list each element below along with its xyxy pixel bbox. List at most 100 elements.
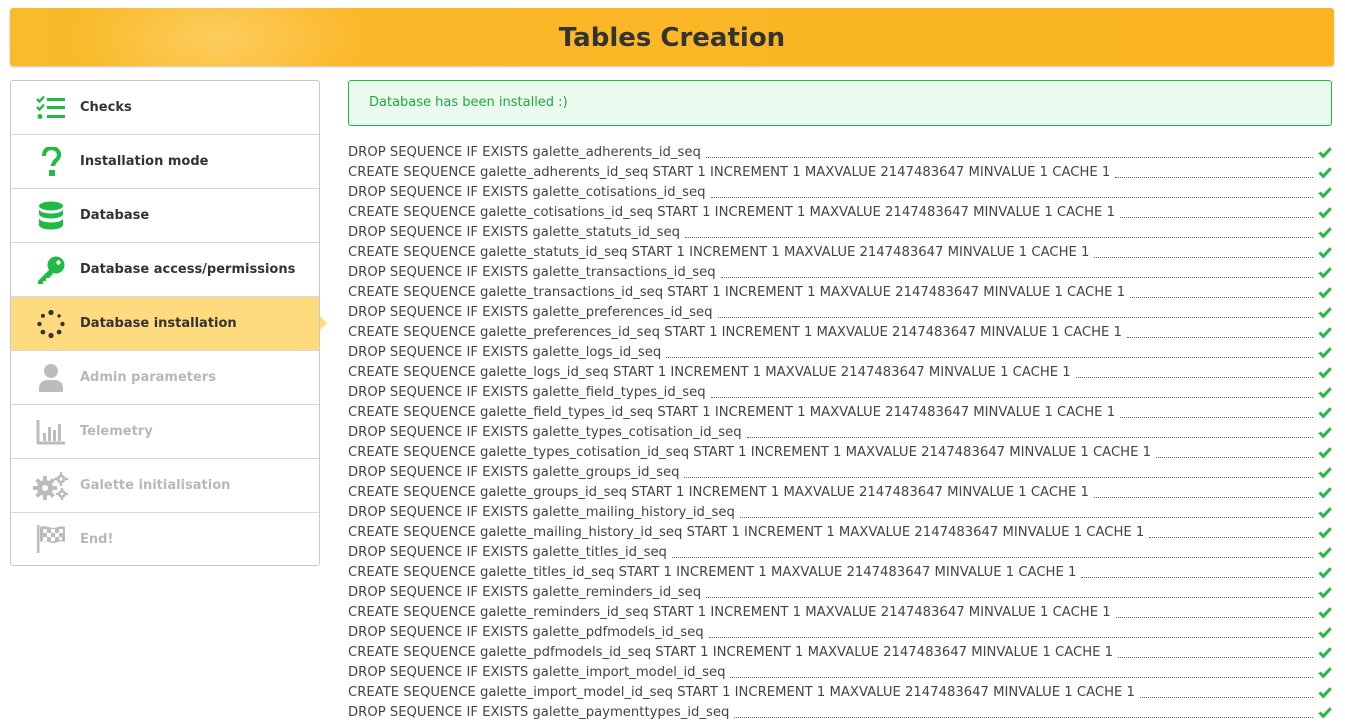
step-label: Telemetry (80, 424, 153, 439)
success-check-icon (1318, 145, 1332, 159)
database-icon (31, 199, 71, 233)
log-row-text: CREATE SEQUENCE galette_titles_id_seq ST… (348, 564, 1077, 580)
log-row-text: DROP SEQUENCE IF EXISTS galette_groups_i… (348, 464, 680, 480)
step-label: Galette initialisation (80, 478, 231, 493)
log-row: DROP SEQUENCE IF EXISTS galette_adherent… (348, 142, 1332, 162)
step-galette-initialisation: Galette initialisation (11, 459, 319, 513)
dotted-leader (1120, 416, 1313, 418)
dotted-leader (1081, 576, 1313, 578)
flag-checkered-icon (31, 522, 71, 556)
step-database: Database (11, 189, 319, 243)
log-row: CREATE SEQUENCE galette_logs_id_seq STAR… (348, 362, 1332, 382)
success-message-text: Database has been installed :) (369, 95, 568, 110)
user-icon (31, 361, 71, 395)
log-row: DROP SEQUENCE IF EXISTS galette_import_m… (348, 662, 1332, 682)
log-row-text: CREATE SEQUENCE galette_groups_id_seq ST… (348, 484, 1089, 500)
success-check-icon (1318, 345, 1332, 359)
success-check-icon (1318, 225, 1332, 239)
step-label: Database access/permissions (80, 262, 296, 277)
dotted-leader (1094, 256, 1313, 258)
dotted-leader (684, 476, 1313, 478)
step-label: Database installation (80, 316, 237, 331)
step-end: End! (11, 513, 319, 565)
log-row-text: CREATE SEQUENCE galette_field_types_id_s… (348, 404, 1116, 420)
success-check-icon (1318, 185, 1332, 199)
log-row: DROP SEQUENCE IF EXISTS galette_preferen… (348, 302, 1332, 322)
log-row: CREATE SEQUENCE galette_cotisations_id_s… (348, 202, 1332, 222)
log-row-text: CREATE SEQUENCE galette_mailing_history_… (348, 524, 1145, 540)
log-row-text: DROP SEQUENCE IF EXISTS galette_import_m… (348, 664, 726, 680)
success-check-icon (1318, 305, 1332, 319)
log-row-text: DROP SEQUENCE IF EXISTS galette_mailing_… (348, 504, 735, 520)
dotted-leader (1126, 336, 1313, 338)
success-check-icon (1318, 585, 1332, 599)
log-row: CREATE SEQUENCE galette_titles_id_seq ST… (348, 562, 1332, 582)
dotted-leader (739, 516, 1313, 518)
dotted-leader (710, 196, 1313, 198)
step-label: Checks (80, 100, 132, 115)
dotted-leader (684, 236, 1313, 238)
question-icon (31, 145, 71, 179)
success-check-icon (1318, 705, 1332, 719)
step-admin-parameters: Admin parameters (11, 351, 319, 405)
log-row: CREATE SEQUENCE galette_adherents_id_seq… (348, 162, 1332, 182)
success-check-icon (1318, 405, 1332, 419)
success-check-icon (1318, 605, 1332, 619)
dotted-leader (1075, 376, 1313, 378)
log-row-text: DROP SEQUENCE IF EXISTS galette_titles_i… (348, 544, 667, 560)
log-row-text: CREATE SEQUENCE galette_logs_id_seq STAR… (348, 364, 1071, 380)
log-row: CREATE SEQUENCE galette_pdfmodels_id_seq… (348, 642, 1332, 662)
log-row: DROP SEQUENCE IF EXISTS galette_groups_i… (348, 462, 1332, 482)
log-row-text: CREATE SEQUENCE galette_pdfmodels_id_seq… (348, 644, 1114, 660)
log-row: DROP SEQUENCE IF EXISTS galette_cotisati… (348, 182, 1332, 202)
log-row-text: DROP SEQUENCE IF EXISTS galette_statuts_… (348, 224, 680, 240)
success-check-icon (1318, 525, 1332, 539)
cogs-icon (31, 469, 71, 503)
dotted-leader (706, 596, 1313, 598)
success-check-icon (1318, 665, 1332, 679)
log-row: CREATE SEQUENCE galette_groups_id_seq ST… (348, 482, 1332, 502)
log-row: DROP SEQUENCE IF EXISTS galette_transact… (348, 262, 1332, 282)
log-row-text: CREATE SEQUENCE galette_types_cotisation… (348, 444, 1152, 460)
dotted-leader (1115, 616, 1313, 618)
log-row: CREATE SEQUENCE galette_mailing_history_… (348, 522, 1332, 542)
dotted-leader (746, 436, 1313, 438)
log-row-text: CREATE SEQUENCE galette_preferences_id_s… (348, 324, 1122, 340)
dotted-leader (666, 356, 1313, 358)
log-row: CREATE SEQUENCE galette_reminders_id_seq… (348, 602, 1332, 622)
step-checks: Checks (11, 81, 319, 135)
success-check-icon (1318, 565, 1332, 579)
success-check-icon (1318, 625, 1332, 639)
step-label: Admin parameters (80, 370, 216, 385)
log-row-text: DROP SEQUENCE IF EXISTS galette_types_co… (348, 424, 742, 440)
log-row-text: DROP SEQUENCE IF EXISTS galette_adherent… (348, 144, 701, 160)
checklist-icon (31, 91, 71, 125)
success-check-icon (1318, 325, 1332, 339)
dotted-leader (1149, 536, 1313, 538)
dotted-leader (1093, 496, 1313, 498)
dotted-leader (734, 716, 1313, 718)
dotted-leader (710, 396, 1313, 398)
success-check-icon (1318, 545, 1332, 559)
log-row-text: DROP SEQUENCE IF EXISTS galette_pdfmodel… (348, 624, 704, 640)
page-title: Tables Creation (558, 23, 786, 53)
step-label: Installation mode (80, 154, 209, 169)
step-database-installation: Database installation (11, 297, 327, 351)
success-check-icon (1318, 385, 1332, 399)
page-header: Tables Creation (10, 8, 1334, 66)
dotted-leader (1139, 696, 1313, 698)
log-row: CREATE SEQUENCE galette_transactions_id_… (348, 282, 1332, 302)
success-check-icon (1318, 485, 1332, 499)
log-row-text: DROP SEQUENCE IF EXISTS galette_preferen… (348, 304, 713, 320)
installation-log: DROP SEQUENCE IF EXISTS galette_adherent… (348, 142, 1332, 722)
success-check-icon (1318, 245, 1332, 259)
step-installation-mode: Installation mode (11, 135, 319, 189)
log-row-text: DROP SEQUENCE IF EXISTS galette_paymentt… (348, 704, 730, 720)
success-check-icon (1318, 685, 1332, 699)
log-row: DROP SEQUENCE IF EXISTS galette_reminder… (348, 582, 1332, 602)
log-row-text: CREATE SEQUENCE galette_import_model_id_… (348, 684, 1135, 700)
dotted-leader (1119, 216, 1313, 218)
success-check-icon (1318, 265, 1332, 279)
bar-chart-icon (31, 415, 71, 449)
dotted-leader (717, 316, 1313, 318)
